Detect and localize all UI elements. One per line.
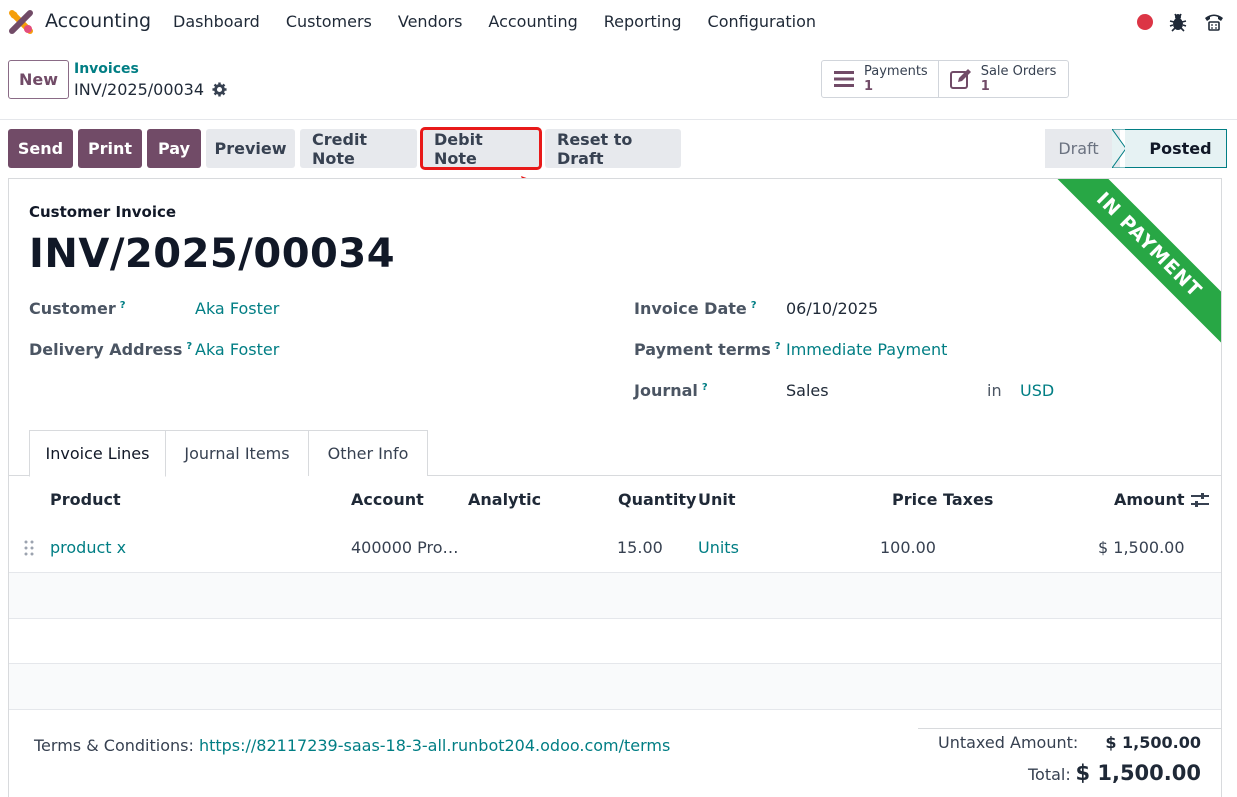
list-icon	[834, 71, 854, 87]
action-buttons: Send Print Pay Preview Credit Note Debit…	[8, 127, 681, 170]
notebook-tabs: Invoice Lines Journal Items Other Info	[9, 430, 1221, 477]
table-header: Product Account Analytic Quantity Unit P…	[9, 477, 1221, 523]
sale-orders-label: Sale Orders	[980, 64, 1057, 79]
print-button[interactable]: Print	[78, 129, 142, 168]
breadcrumb: INV/2025/00034	[74, 80, 227, 99]
payments-label: Payments	[864, 64, 928, 79]
record-status-icon[interactable]	[1137, 14, 1153, 30]
product-cell[interactable]: product x	[50, 538, 126, 557]
help-icon[interactable]: ?	[702, 382, 708, 393]
new-button[interactable]: New	[8, 60, 69, 99]
status-posted[interactable]: Posted	[1125, 129, 1227, 168]
untaxed-amount-value: $ 1,500.00	[1105, 733, 1201, 752]
menu-reporting[interactable]: Reporting	[604, 12, 682, 31]
col-product[interactable]: Product	[50, 490, 121, 509]
in-payment-ribbon: IN PAYMENT	[1044, 179, 1221, 350]
menu-dashboard[interactable]: Dashboard	[173, 12, 260, 31]
status-bar: Draft Posted	[1045, 129, 1227, 168]
menu-accounting[interactable]: Accounting	[488, 12, 577, 31]
reset-to-draft-button[interactable]: Reset to Draft	[545, 129, 681, 168]
price-cell[interactable]: 100.00	[880, 538, 936, 557]
breadcrumb-invoices[interactable]: Invoices	[74, 61, 139, 77]
journal-field[interactable]: Sales	[786, 381, 829, 400]
unit-cell[interactable]: Units	[698, 538, 739, 557]
optional-columns-sliders-icon[interactable]	[1190, 491, 1210, 509]
breadcrumb-current-record: INV/2025/00034	[74, 80, 205, 99]
app-name[interactable]: Accounting	[45, 10, 151, 32]
send-button[interactable]: Send	[8, 129, 73, 168]
gear-icon[interactable]	[212, 82, 227, 97]
invoice-form-sheet: IN PAYMENT Customer Invoice INV/2025/000…	[8, 178, 1222, 797]
col-quantity[interactable]: Quantity	[618, 490, 696, 509]
col-amount[interactable]: Amount	[1114, 490, 1184, 509]
payments-count: 1	[864, 79, 874, 94]
tab-other-info[interactable]: Other Info	[308, 430, 428, 476]
untaxed-amount-label: Untaxed Amount:	[938, 733, 1079, 752]
quantity-cell[interactable]: 15.00	[617, 538, 663, 557]
col-account[interactable]: Account	[351, 490, 424, 509]
total-label: Total:	[1028, 765, 1071, 784]
navbar-systray	[1137, 11, 1225, 33]
table-row-empty	[9, 619, 1221, 664]
col-price[interactable]: Price	[892, 490, 937, 509]
table-row-empty	[9, 664, 1221, 710]
help-icon[interactable]: ?	[186, 341, 192, 352]
customer-field[interactable]: Aka Foster	[195, 299, 279, 318]
currency-field[interactable]: USD	[1020, 381, 1054, 400]
terms-link[interactable]: https://82117239-saas-18-3-all.runbot204…	[199, 736, 670, 755]
terms-and-conditions: Terms & Conditions: https://82117239-saa…	[34, 736, 670, 755]
status-separator-icon	[1112, 129, 1126, 168]
amount-cell: $ 1,500.00	[1098, 538, 1185, 557]
help-icon[interactable]: ?	[120, 300, 126, 311]
smart-buttons: Payments 1 Sale Orders 1	[821, 60, 1069, 98]
terms-label: Terms & Conditions:	[34, 736, 194, 755]
tab-journal-items[interactable]: Journal Items	[165, 430, 309, 476]
tab-invoice-lines[interactable]: Invoice Lines	[29, 430, 166, 477]
menu-configuration[interactable]: Configuration	[708, 12, 817, 31]
delivery-address-field[interactable]: Aka Foster	[195, 340, 279, 359]
table-row-empty	[9, 573, 1221, 619]
sale-orders-smart-button[interactable]: Sale Orders 1	[937, 61, 1068, 97]
journal-label: Journal?	[634, 381, 708, 400]
bug-icon[interactable]	[1167, 11, 1189, 33]
totals-divider	[918, 728, 1221, 729]
drag-handle-icon[interactable]	[23, 540, 35, 556]
top-navbar: Accounting Dashboard Customers Vendors A…	[0, 0, 1237, 44]
payments-smart-button[interactable]: Payments 1	[822, 61, 938, 97]
menu-customers[interactable]: Customers	[286, 12, 372, 31]
credit-note-button[interactable]: Credit Note	[300, 129, 417, 168]
edit-icon	[949, 69, 971, 89]
delivery-address-label: Delivery Address?	[29, 340, 193, 359]
control-panel: New Invoices INV/2025/00034 Payments 1 S…	[0, 44, 1237, 120]
in-label: in	[987, 381, 1002, 400]
document-type: Customer Invoice	[29, 203, 177, 221]
col-unit[interactable]: Unit	[698, 490, 736, 509]
phone-icon[interactable]	[1203, 11, 1225, 33]
total-value: $ 1,500.00	[1075, 761, 1201, 785]
menu-vendors[interactable]: Vendors	[398, 12, 463, 31]
help-icon[interactable]: ?	[751, 300, 757, 311]
col-taxes[interactable]: Taxes	[943, 490, 993, 509]
pay-button[interactable]: Pay	[147, 129, 201, 168]
table-row[interactable]: product x 400000 Pro… 15.00 Units 100.00…	[9, 524, 1221, 573]
invoice-date-label: Invoice Date?	[634, 299, 757, 318]
invoice-date-field[interactable]: 06/10/2025	[786, 299, 878, 318]
account-cell[interactable]: 400000 Pro…	[351, 538, 459, 557]
payment-terms-label: Payment terms?	[634, 340, 781, 359]
accounting-app-icon[interactable]	[8, 9, 34, 35]
customer-label: Customer?	[29, 299, 126, 318]
col-analytic[interactable]: Analytic	[468, 490, 541, 509]
payment-terms-field[interactable]: Immediate Payment	[786, 340, 947, 359]
main-menu: Dashboard Customers Vendors Accounting R…	[173, 12, 842, 31]
sale-orders-count: 1	[980, 79, 990, 94]
debit-note-button[interactable]: Debit Note	[420, 127, 542, 170]
help-icon[interactable]: ?	[775, 341, 781, 352]
status-draft[interactable]: Draft	[1045, 129, 1120, 168]
preview-button[interactable]: Preview	[206, 129, 295, 168]
invoice-number: INV/2025/00034	[29, 231, 396, 277]
